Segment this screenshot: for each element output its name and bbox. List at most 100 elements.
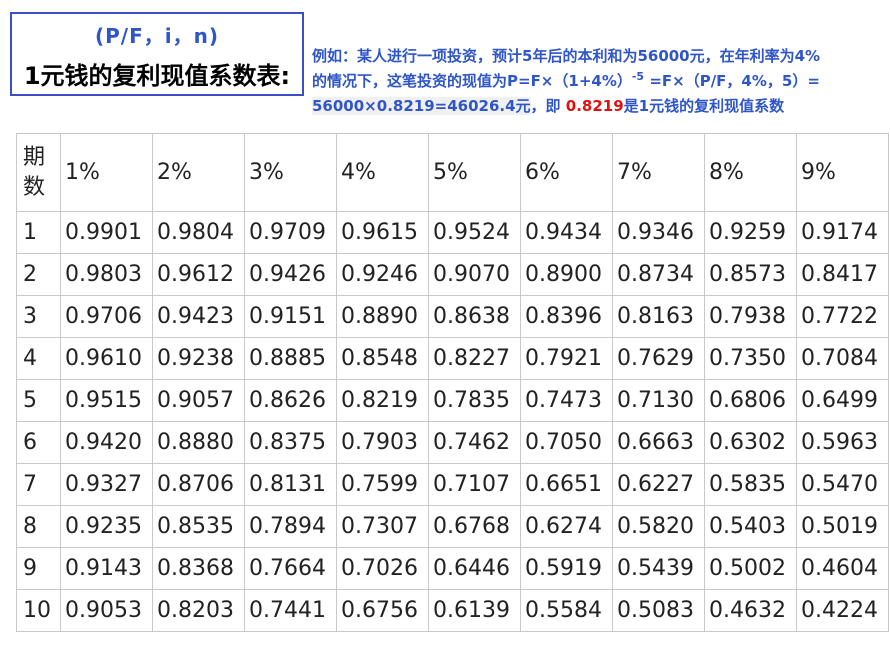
factor-cell: 0.5083 [612, 589, 705, 632]
factor-cell: 0.9143 [60, 547, 153, 590]
factor-cell: 0.9615 [336, 211, 429, 254]
period-header-char: 数 [23, 174, 46, 200]
factor-cell: 0.9053 [60, 589, 153, 632]
factor-cell: 0.9070 [428, 253, 521, 296]
factor-cell: 0.5835 [704, 463, 797, 506]
factor-cell: 0.7894 [244, 505, 337, 548]
rate-header: 2% [152, 133, 245, 212]
factor-cell: 0.9235 [60, 505, 153, 548]
example-line-3-text-c: 是1元钱的复利现值系数 [623, 97, 785, 115]
period-cell: 6 [16, 421, 61, 464]
period-cell: 1 [16, 211, 61, 254]
factor-cell: 0.9151 [244, 295, 337, 338]
period-header: 期数 [16, 133, 61, 212]
factor-cell: 0.5439 [612, 547, 705, 590]
table-row: 7 0.9327 0.8706 0.8131 0.7599 0.7107 0.6651 0.6… [16, 463, 889, 506]
factor-cell: 0.7938 [704, 295, 797, 338]
period-cell: 10 [16, 589, 61, 632]
rate-header: 3% [244, 133, 337, 212]
present-value-factor-table: 期数 1% 2% 3% 4% 5% 6% 7% 8% 9% 1 0.9901 0.9804 0.9709 0… [16, 133, 889, 632]
table-row: 8 0.9235 0.8535 0.7894 0.7307 0.6768 0.6274 0.5… [16, 505, 889, 548]
period-cell: 3 [16, 295, 61, 338]
factor-cell: 0.6756 [336, 589, 429, 632]
factor-cell: 0.9901 [60, 211, 153, 254]
period-cell: 2 [16, 253, 61, 296]
factor-cell: 0.9238 [152, 337, 245, 380]
factor-cell: 0.9524 [428, 211, 521, 254]
factor-cell: 0.6274 [520, 505, 613, 548]
factor-cell: 0.9804 [152, 211, 245, 254]
factor-cell: 0.9709 [244, 211, 337, 254]
rate-header: 5% [428, 133, 521, 212]
factor-cell: 0.6446 [428, 547, 521, 590]
factor-cell: 0.7835 [428, 379, 521, 422]
factor-cell: 0.8734 [612, 253, 705, 296]
example-highlight-value: 0.8219 [565, 97, 624, 115]
factor-cell: 0.4604 [796, 547, 889, 590]
factor-cell: 0.9057 [152, 379, 245, 422]
factor-cell: 0.8885 [244, 337, 337, 380]
factor-cell: 0.8417 [796, 253, 889, 296]
factor-cell: 0.4632 [704, 589, 797, 632]
factor-cell: 0.8706 [152, 463, 245, 506]
factor-cell: 0.7084 [796, 337, 889, 380]
period-cell: 9 [16, 547, 61, 590]
example-line-1-text: 例如：某人进行一项投资，预计5年后的本利和为56000元，在年利率为4% [312, 47, 821, 65]
factor-cell: 0.9706 [60, 295, 153, 338]
factor-cell: 0.4224 [796, 589, 889, 632]
example-line-2-text-a: 的情况下，这笔投资的现值为P=F×（1+4%） [312, 72, 632, 90]
example-line-3-text-b: ，即 [530, 97, 566, 115]
period-header-char: 期 [23, 144, 46, 170]
factor-cell: 0.9434 [520, 211, 613, 254]
factor-cell: 0.5919 [520, 547, 613, 590]
factor-cell: 0.9246 [336, 253, 429, 296]
rate-header: 9% [796, 133, 889, 212]
table-row: 9 0.9143 0.8368 0.7664 0.7026 0.6446 0.5919 0.5… [16, 547, 889, 590]
example-line-3: 56000×0.8219=46026.4元，即 0.8219是1元钱的复利现值系… [312, 94, 890, 119]
factor-cell: 0.8535 [152, 505, 245, 548]
title-formula: (P/F，i，n) [95, 24, 219, 48]
factor-cell: 0.5403 [704, 505, 797, 548]
factor-cell: 0.7629 [612, 337, 705, 380]
factor-cell: 0.8219 [336, 379, 429, 422]
period-cell: 4 [16, 337, 61, 380]
factor-cell: 0.8890 [336, 295, 429, 338]
factor-cell: 0.5019 [796, 505, 889, 548]
factor-cell: 0.7130 [612, 379, 705, 422]
table-header-row: 期数 1% 2% 3% 4% 5% 6% 7% 8% 9% [16, 133, 889, 212]
rate-header: 1% [60, 133, 153, 212]
factor-cell: 0.9803 [60, 253, 153, 296]
factor-cell: 0.8626 [244, 379, 337, 422]
factor-cell: 0.8396 [520, 295, 613, 338]
table-row: 10 0.9053 0.8203 0.7441 0.6756 0.6139 0.5584 0.… [16, 589, 889, 632]
table-row: 3 0.9706 0.9423 0.9151 0.8890 0.8638 0.8396 0.8… [16, 295, 889, 338]
factor-cell: 0.5584 [520, 589, 613, 632]
period-cell: 5 [16, 379, 61, 422]
example-line-2: 的情况下，这笔投资的现值为P=F×（1+4%）-5 =F×（P/F，4%，5）= [312, 69, 890, 94]
factor-cell: 0.8638 [428, 295, 521, 338]
factor-cell: 0.8548 [336, 337, 429, 380]
factor-cell: 0.6651 [520, 463, 613, 506]
factor-cell: 0.7050 [520, 421, 613, 464]
factor-cell: 0.7903 [336, 421, 429, 464]
factor-cell: 0.9515 [60, 379, 153, 422]
factor-cell: 0.5820 [612, 505, 705, 548]
factor-cell: 0.8163 [612, 295, 705, 338]
factor-cell: 0.7307 [336, 505, 429, 548]
factor-cell: 0.6227 [612, 463, 705, 506]
rate-header: 6% [520, 133, 613, 212]
factor-cell: 0.9612 [152, 253, 245, 296]
factor-cell: 0.7462 [428, 421, 521, 464]
factor-cell: 0.5002 [704, 547, 797, 590]
factor-cell: 0.9426 [244, 253, 337, 296]
factor-cell: 0.7441 [244, 589, 337, 632]
factor-cell: 0.6663 [612, 421, 705, 464]
factor-cell: 0.8375 [244, 421, 337, 464]
factor-cell: 0.7921 [520, 337, 613, 380]
example-line-2-text-b: =F×（P/F，4%，5）= [644, 72, 820, 90]
factor-cell: 0.7473 [520, 379, 613, 422]
factor-cell: 0.5470 [796, 463, 889, 506]
page-title: 1元钱的复利现值系数表: [23, 62, 291, 90]
table-row: 2 0.9803 0.9612 0.9426 0.9246 0.9070 0.8900 0.8… [16, 253, 889, 296]
period-cell: 8 [16, 505, 61, 548]
